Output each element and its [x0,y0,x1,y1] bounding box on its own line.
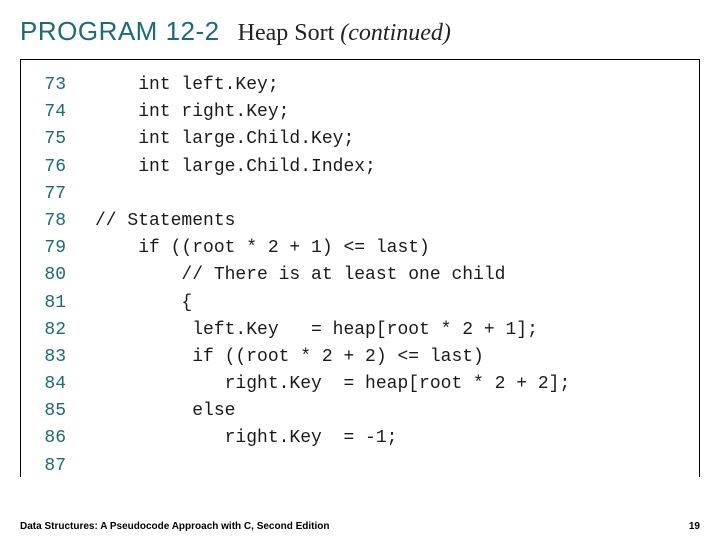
code-line: 83 if ((root * 2 + 2) <= last) [31,344,571,371]
line-number: 77 [31,181,94,208]
code-text: else [94,398,571,425]
code-listing-box: 73 int left.Key;74 int right.Key;75 int … [20,59,700,477]
code-line: 73 int left.Key; [31,72,571,99]
code-line: 75 int large.Child.Key; [31,126,571,153]
line-number: 85 [31,398,94,425]
code-text: int right.Key; [94,99,571,126]
line-number: 74 [31,99,94,126]
code-text: if ((root * 2 + 2) <= last) [94,344,571,371]
line-number: 73 [31,72,94,99]
footer: Data Structures: A Pseudocode Approach w… [0,521,720,532]
code-line: 87 [31,453,571,477]
code-line: 79 if ((root * 2 + 1) <= last) [31,235,571,262]
code-line: 81 { [31,290,571,317]
line-number: 80 [31,262,94,289]
code-text: // There is at least one child [94,262,571,289]
footer-page-number: 19 [689,521,700,532]
line-number: 75 [31,126,94,153]
line-number: 83 [31,344,94,371]
code-text: left.Key = heap[root * 2 + 1]; [94,317,571,344]
program-title: Heap Sort (continued) [238,20,451,46]
line-number: 87 [31,453,94,477]
code-text: right.Key = -1; [94,425,571,452]
code-text: int large.Child.Index; [94,154,571,181]
code-line: 74 int right.Key; [31,99,571,126]
code-text: { [94,290,571,317]
program-header: PROGRAM 12-2 Heap Sort (continued) [0,0,720,55]
line-number: 76 [31,154,94,181]
slide-page: PROGRAM 12-2 Heap Sort (continued) 73 in… [0,0,720,540]
program-label: PROGRAM 12-2 [20,16,220,46]
code-text: if ((root * 2 + 1) <= last) [94,235,571,262]
code-text [94,453,571,477]
code-text [94,181,571,208]
line-number: 78 [31,208,94,235]
line-number: 82 [31,317,94,344]
code-line: 80 // There is at least one child [31,262,571,289]
line-number: 86 [31,425,94,452]
code-line: 77 [31,181,571,208]
code-text: right.Key = heap[root * 2 + 2]; [94,371,571,398]
code-line: 78// Statements [31,208,571,235]
code-table: 73 int left.Key;74 int right.Key;75 int … [31,72,571,477]
line-number: 81 [31,290,94,317]
code-line: 86 right.Key = -1; [31,425,571,452]
code-line: 82 left.Key = heap[root * 2 + 1]; [31,317,571,344]
footer-book-title: Data Structures: A Pseudocode Approach w… [20,521,329,532]
line-number: 84 [31,371,94,398]
code-line: 84 right.Key = heap[root * 2 + 2]; [31,371,571,398]
program-title-main: Heap Sort [238,20,335,46]
code-line: 85 else [31,398,571,425]
code-text: int left.Key; [94,72,571,99]
program-title-suffix: (continued) [340,20,451,46]
line-number: 79 [31,235,94,262]
code-line: 76 int large.Child.Index; [31,154,571,181]
code-text: int large.Child.Key; [94,126,571,153]
code-text: // Statements [94,208,571,235]
